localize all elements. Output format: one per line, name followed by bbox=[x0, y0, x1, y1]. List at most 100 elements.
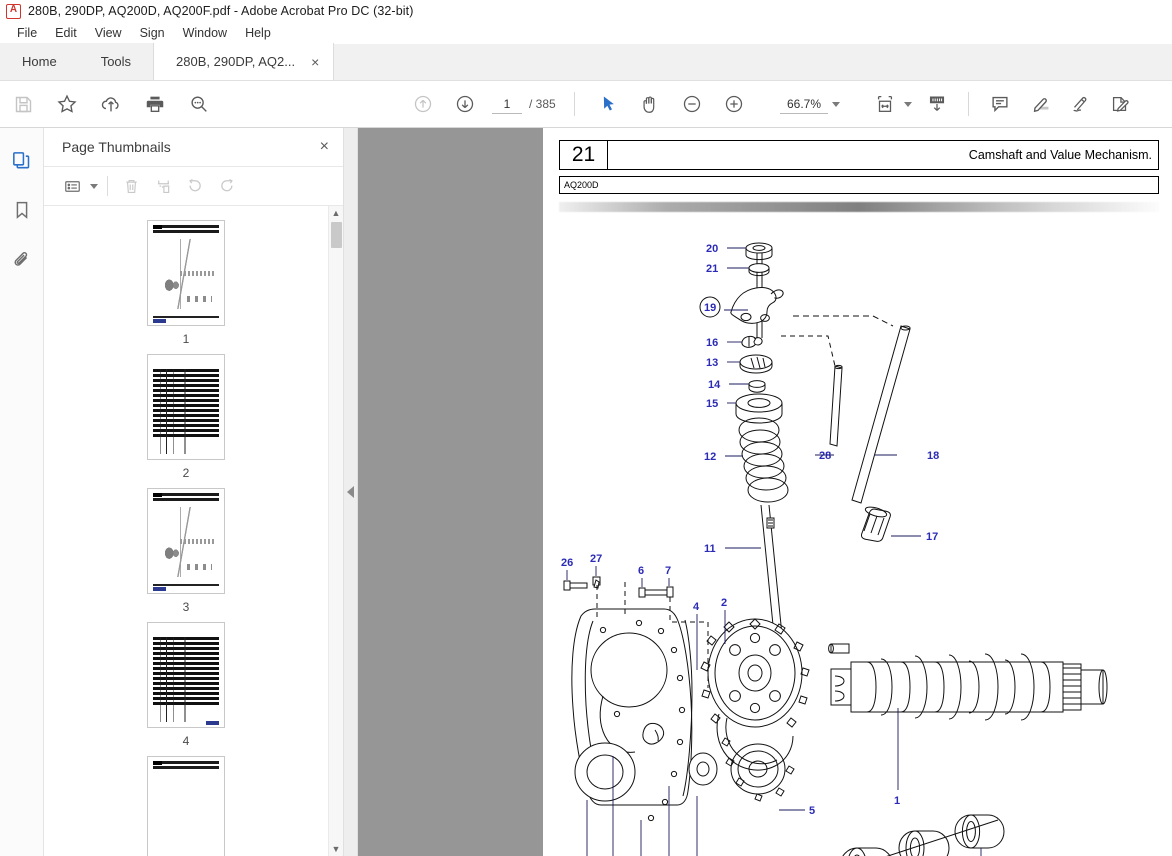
zoom-level-input[interactable] bbox=[780, 94, 828, 114]
collapse-panel-icon[interactable] bbox=[347, 486, 354, 498]
thumbnail-artwork bbox=[156, 239, 216, 309]
delete-pages-icon[interactable] bbox=[117, 172, 145, 200]
menu-file[interactable]: File bbox=[8, 24, 46, 42]
tab-home[interactable]: Home bbox=[0, 43, 79, 80]
pdf-page: 21 Camshaft and Value Mechanism. AQ200D bbox=[543, 128, 1172, 856]
print-icon[interactable] bbox=[140, 89, 170, 119]
previous-page-icon[interactable] bbox=[408, 89, 438, 119]
chevron-down-icon[interactable] bbox=[832, 101, 840, 107]
thumbnail-table-columns bbox=[153, 637, 219, 722]
extract-pages-icon[interactable] bbox=[149, 172, 177, 200]
callout-17: 17 bbox=[926, 531, 938, 543]
part-15-shape bbox=[735, 393, 783, 424]
thumbnail-subheader-bar bbox=[153, 498, 219, 501]
search-icon[interactable] bbox=[184, 89, 214, 119]
attachments-icon[interactable] bbox=[8, 246, 36, 274]
scroll-up-icon[interactable]: ▲ bbox=[332, 206, 341, 220]
callout-11: 11 bbox=[704, 543, 716, 555]
scrollbar-thumb[interactable] bbox=[330, 222, 342, 248]
page-thumbnails-icon[interactable] bbox=[8, 146, 36, 174]
camshaft-shape bbox=[830, 653, 1108, 721]
model-designation: AQ200D bbox=[559, 176, 1159, 194]
bearing-shells-shape bbox=[842, 814, 1005, 856]
options-chevron-down-icon[interactable] bbox=[90, 183, 98, 189]
thumbnail-page[interactable] bbox=[147, 622, 225, 728]
scan-artifact bbox=[559, 202, 1159, 212]
thumbnail-page[interactable] bbox=[147, 488, 225, 594]
callout-27: 27 bbox=[590, 553, 602, 565]
menu-view[interactable]: View bbox=[86, 24, 131, 42]
page-title: Camshaft and Value Mechanism. bbox=[968, 148, 1152, 162]
thumbnail-page[interactable] bbox=[147, 220, 225, 326]
rotate-clockwise-icon[interactable] bbox=[213, 172, 241, 200]
thumbnail-header-box bbox=[153, 224, 162, 229]
callout-12: 12 bbox=[704, 451, 716, 463]
comment-icon[interactable] bbox=[985, 89, 1015, 119]
rotate-counterclockwise-icon[interactable] bbox=[181, 172, 209, 200]
zoom-out-icon[interactable] bbox=[677, 89, 707, 119]
cloud-upload-icon[interactable] bbox=[96, 89, 126, 119]
thumbnails-list: 1 2 3 4 bbox=[44, 206, 328, 856]
thumbnail-page[interactable] bbox=[147, 756, 225, 856]
save-icon[interactable] bbox=[8, 89, 38, 119]
tab-document[interactable]: 280B, 290DP, AQ2... × bbox=[153, 43, 335, 80]
menu-help[interactable]: Help bbox=[236, 24, 280, 42]
options-menu-icon[interactable] bbox=[58, 172, 86, 200]
thumbnail-header-bar bbox=[153, 225, 219, 228]
page-number-input[interactable] bbox=[492, 94, 522, 114]
list-item[interactable]: 2 bbox=[147, 354, 225, 480]
zoom-in-icon[interactable] bbox=[719, 89, 749, 119]
close-icon[interactable]: × bbox=[311, 55, 319, 69]
fit-page-chevron-down-icon[interactable] bbox=[904, 101, 912, 107]
highlight-icon[interactable] bbox=[1025, 89, 1055, 119]
page-total-label: / 385 bbox=[529, 97, 556, 111]
timing-gear-assembly-shape bbox=[688, 618, 810, 802]
list-item[interactable]: 1 bbox=[147, 220, 225, 346]
callout-15: 15 bbox=[706, 398, 718, 410]
part-17-shape bbox=[860, 506, 891, 542]
callout-20: 20 bbox=[706, 243, 718, 255]
panel-splitter[interactable] bbox=[344, 128, 358, 856]
thumbnail-subheader-bar bbox=[153, 766, 219, 769]
thumbnail-footer-logo bbox=[153, 587, 166, 591]
scroll-mode-icon[interactable] bbox=[922, 89, 952, 119]
part-12-shape bbox=[738, 417, 789, 503]
thumbnails-title: Page Thumbnails bbox=[62, 139, 171, 155]
sign-icon[interactable] bbox=[1065, 89, 1095, 119]
part-6-shape bbox=[638, 587, 668, 598]
callout-6: 6 bbox=[638, 565, 644, 577]
callout-5: 5 bbox=[809, 805, 815, 817]
timing-cover-shape bbox=[571, 608, 693, 822]
tab-tools[interactable]: Tools bbox=[78, 43, 154, 80]
thumbnail-header-bar bbox=[153, 761, 219, 764]
request-signature-icon[interactable] bbox=[1105, 89, 1135, 119]
callout-28: 28 bbox=[819, 450, 831, 462]
scroll-down-icon[interactable]: ▼ bbox=[332, 842, 341, 856]
callout-14: 14 bbox=[708, 379, 721, 391]
thumbnail-page-label: 1 bbox=[182, 332, 190, 346]
main-toolbar: / 385 bbox=[0, 81, 1172, 128]
fit-page-icon[interactable] bbox=[870, 89, 900, 119]
thumbnail-page[interactable] bbox=[147, 354, 225, 460]
callout-4: 4 bbox=[693, 601, 700, 613]
select-cursor-icon[interactable] bbox=[593, 89, 623, 119]
next-page-icon[interactable] bbox=[450, 89, 480, 119]
thumbnails-scrollbar[interactable]: ▲ ▼ bbox=[328, 206, 343, 856]
toolbar-divider-2 bbox=[968, 92, 969, 116]
main-area: Page Thumbnails × 1 2 3 4 ▲ ▼ 21 Camshaf… bbox=[0, 128, 1172, 856]
menu-edit[interactable]: Edit bbox=[46, 24, 86, 42]
part-18-shape bbox=[851, 325, 911, 504]
bookmarks-icon[interactable] bbox=[8, 196, 36, 224]
list-item[interactable]: 5 bbox=[147, 756, 225, 856]
document-viewer[interactable]: 21 Camshaft and Value Mechanism. AQ200D bbox=[358, 128, 1172, 856]
callout-2: 2 bbox=[721, 597, 727, 609]
callout-21: 21 bbox=[706, 263, 718, 275]
menu-sign[interactable]: Sign bbox=[131, 24, 174, 42]
hand-tool-icon[interactable] bbox=[635, 89, 665, 119]
list-item[interactable]: 3 bbox=[147, 488, 225, 614]
close-icon[interactable]: × bbox=[320, 139, 329, 155]
list-item[interactable]: 4 bbox=[147, 622, 225, 748]
menu-window[interactable]: Window bbox=[174, 24, 236, 42]
star-icon[interactable] bbox=[52, 89, 82, 119]
navigation-rail bbox=[0, 128, 44, 856]
